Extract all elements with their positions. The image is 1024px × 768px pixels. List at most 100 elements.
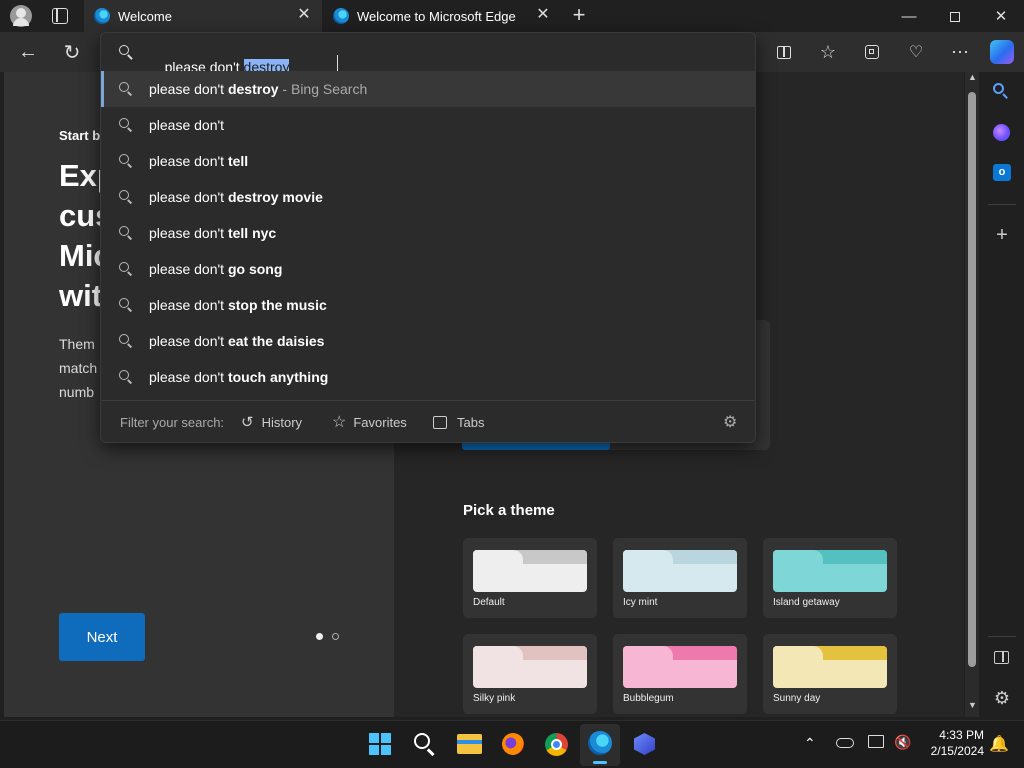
suggestion-item[interactable]: please don't stop the music bbox=[101, 287, 755, 323]
theme-card-sunny-day[interactable]: Sunny day bbox=[763, 634, 897, 714]
suggestion-prefix: please don't bbox=[149, 153, 228, 169]
filter-favorites-label: Favorites bbox=[353, 414, 407, 430]
search-icon bbox=[119, 262, 133, 276]
body-line: numb bbox=[59, 384, 95, 400]
tab-welcome[interactable]: Welcome ✕ bbox=[84, 0, 322, 32]
favorites-icon[interactable]: ☆ bbox=[810, 32, 846, 72]
copilot-icon[interactable] bbox=[990, 40, 1014, 64]
sidebar-add-icon[interactable]: + bbox=[993, 225, 1011, 245]
sidebar-copilot-icon[interactable] bbox=[993, 124, 1010, 141]
refresh-button[interactable]: ↻ bbox=[54, 32, 90, 72]
start-button[interactable] bbox=[369, 733, 391, 755]
body-line: match bbox=[59, 360, 98, 376]
filter-tabs[interactable]: Tabs bbox=[433, 415, 484, 430]
search-icon bbox=[119, 370, 133, 384]
suggestion-bold: go song bbox=[227, 261, 283, 277]
pager-dot[interactable] bbox=[332, 633, 339, 640]
scrollbar-thumb[interactable] bbox=[968, 92, 976, 667]
suggestion-item[interactable]: please don't tell nyc bbox=[101, 215, 755, 251]
clock[interactable]: 4:33 PM 2/15/2024 bbox=[918, 727, 984, 759]
search-filter-bar: Filter your search: ↺ History ☆ Favorite… bbox=[101, 400, 755, 443]
volume-muted-icon[interactable]: 🔇 bbox=[894, 734, 911, 751]
suggestion-item[interactable]: please don't destroy movie bbox=[101, 179, 755, 215]
pager-dot-active[interactable] bbox=[316, 633, 323, 640]
filter-history[interactable]: ↺ History bbox=[241, 413, 302, 431]
sidebar-divider bbox=[988, 636, 1016, 637]
welcome-start-label: Start b bbox=[59, 128, 101, 143]
edge-taskbar-icon[interactable] bbox=[580, 724, 620, 766]
suggestion-item[interactable]: please don't bbox=[101, 107, 755, 143]
notification-bell-icon[interactable]: 🔔 bbox=[989, 734, 1009, 754]
suggestion-prefix: please don't bbox=[149, 333, 228, 349]
close-tab-icon[interactable]: ✕ bbox=[296, 7, 312, 24]
theme-preview bbox=[623, 550, 737, 592]
suggestion-prefix: please don't bbox=[149, 81, 228, 97]
theme-card-silky-pink[interactable]: Silky pink bbox=[463, 634, 597, 714]
new-tab-button[interactable]: + bbox=[566, 4, 592, 28]
suggestion-item[interactable]: please don't go song bbox=[101, 251, 755, 287]
search-icon bbox=[119, 118, 133, 132]
close-tab-icon[interactable]: ✕ bbox=[535, 7, 551, 24]
filter-tabs-label: Tabs bbox=[457, 414, 485, 430]
theme-preview bbox=[473, 550, 587, 592]
tab-title: Welcome bbox=[118, 8, 172, 24]
suggestion-bold: destroy movie bbox=[227, 189, 323, 205]
tab-title: Welcome to Microsoft Edge bbox=[357, 8, 516, 24]
taskbar-search-icon[interactable] bbox=[414, 733, 436, 756]
split-screen-icon[interactable] bbox=[766, 32, 802, 72]
minimize-button[interactable]: — bbox=[886, 0, 932, 32]
suggestion-item[interactable]: please don't touch anything bbox=[101, 359, 755, 395]
close-window-button[interactable]: ✕ bbox=[978, 0, 1024, 32]
network-icon[interactable] bbox=[868, 735, 884, 748]
suggestion-bold: destroy bbox=[227, 81, 279, 97]
page-scrollbar[interactable]: ▲ ▼ bbox=[965, 72, 979, 717]
browser-essentials-icon[interactable]: ♡ bbox=[898, 32, 934, 72]
restore-button[interactable] bbox=[932, 0, 978, 32]
firefox-icon[interactable] bbox=[502, 733, 524, 755]
tab-actions-icon[interactable] bbox=[52, 8, 68, 24]
filter-favorites[interactable]: ☆ Favorites bbox=[332, 412, 407, 432]
suggestion-bold: tell bbox=[227, 153, 249, 169]
tab-welcome-edge[interactable]: Welcome to Microsoft Edge ✕ bbox=[323, 0, 561, 32]
clock-date: 2/15/2024 bbox=[930, 744, 984, 758]
text-cursor-icon bbox=[337, 55, 338, 71]
search-icon bbox=[119, 190, 133, 204]
search-icon bbox=[119, 82, 133, 96]
tray-overflow-icon[interactable]: ⌃ bbox=[804, 735, 816, 752]
search-icon bbox=[119, 226, 133, 240]
sidebar-settings-icon[interactable]: ⚙ bbox=[992, 688, 1012, 708]
suggestion-prefix: please don't bbox=[149, 225, 228, 241]
file-explorer-icon[interactable] bbox=[457, 734, 482, 754]
sidebar-divider bbox=[988, 204, 1016, 205]
chrome-icon[interactable] bbox=[545, 733, 568, 756]
settings-more-icon[interactable]: ⋯ bbox=[942, 32, 978, 72]
theme-card-island-getaway[interactable]: Island getaway bbox=[763, 538, 897, 618]
theme-card-bubblegum[interactable]: Bubblegum bbox=[613, 634, 747, 714]
edge-icon bbox=[333, 8, 349, 24]
address-bar-search-icon bbox=[119, 45, 133, 60]
back-button[interactable]: ← bbox=[10, 32, 46, 72]
onedrive-icon[interactable] bbox=[836, 738, 854, 748]
tabs-icon bbox=[433, 415, 447, 429]
theme-preview bbox=[773, 550, 887, 592]
theme-name: Island getaway bbox=[773, 597, 840, 608]
theme-card-default[interactable]: Default bbox=[463, 538, 597, 618]
gear-icon[interactable]: ⚙ bbox=[723, 412, 737, 432]
theme-heading: Pick a theme bbox=[463, 502, 555, 519]
collections-icon[interactable] bbox=[854, 32, 890, 72]
sidebar-outlook-icon[interactable]: o bbox=[993, 164, 1011, 181]
hide-sidebar-icon[interactable] bbox=[994, 651, 1009, 664]
suggestion-bold: stop the music bbox=[227, 297, 327, 313]
sidebar-search-icon[interactable] bbox=[992, 82, 1010, 100]
next-button[interactable]: Next bbox=[59, 613, 145, 661]
suggestion-item[interactable]: please don't eat the daisies bbox=[101, 323, 755, 359]
suggestion-suffix: - Bing Search bbox=[278, 81, 368, 97]
suggestion-item[interactable]: please don't tell bbox=[101, 143, 755, 179]
body-line: Them bbox=[59, 336, 95, 352]
suggestion-bold: eat the daisies bbox=[227, 333, 325, 349]
search-icon bbox=[119, 334, 133, 348]
suggestion-item[interactable]: please don't destroy - Bing Search bbox=[101, 71, 755, 107]
profile-avatar[interactable] bbox=[10, 5, 32, 27]
theme-name: Bubblegum bbox=[623, 693, 674, 704]
theme-card-icy-mint[interactable]: Icy mint bbox=[613, 538, 747, 618]
